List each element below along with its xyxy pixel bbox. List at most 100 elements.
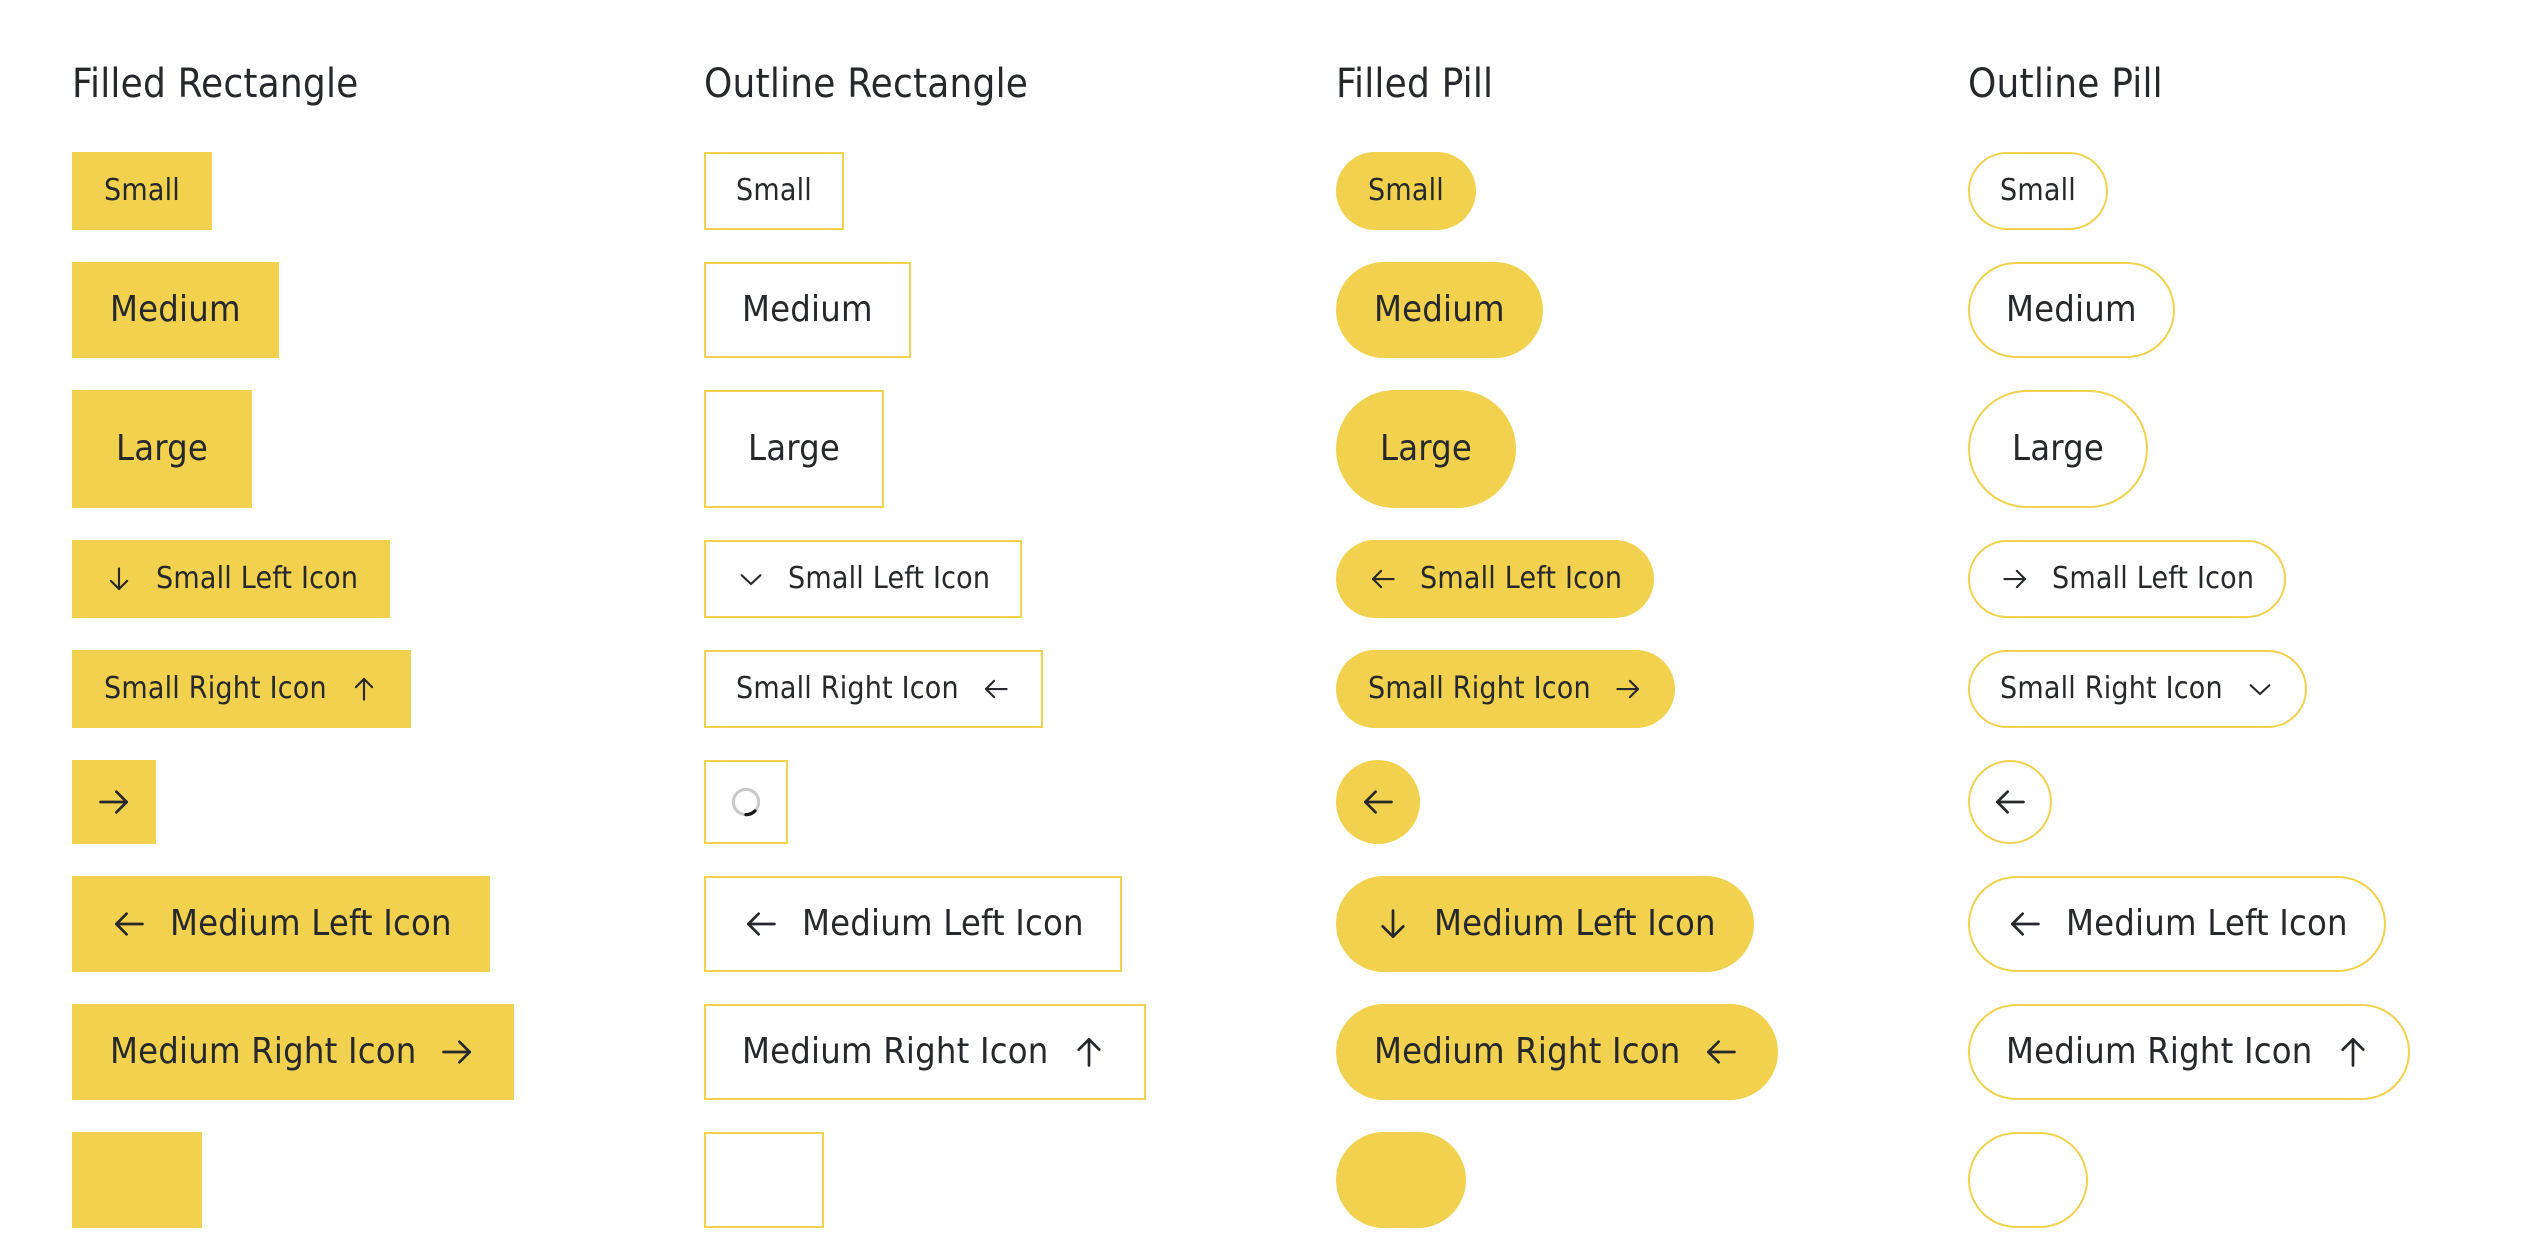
button-label: Medium Right Icon (2006, 1031, 2313, 1072)
button-label: Small Right Icon (736, 671, 959, 706)
button[interactable] (1336, 760, 1420, 844)
arrow-left-icon (110, 905, 148, 943)
button-row (72, 760, 156, 844)
arrow-left-icon (981, 674, 1011, 704)
button[interactable]: Small Left Icon (72, 540, 391, 618)
button-label: Small Left Icon (156, 561, 359, 596)
button-label: Small (104, 173, 180, 208)
column-heading: Filled Rectangle (72, 61, 359, 107)
button-label: Medium (2006, 289, 2137, 330)
button[interactable] (704, 1132, 824, 1228)
arrow-right-icon (1613, 674, 1643, 704)
column-heading: Outline Pill (1968, 61, 2163, 107)
arrow-up-icon (2334, 1033, 2372, 1071)
button[interactable]: Medium (72, 262, 279, 358)
button-column: Filled Pill Small Medium Large Small Left Ic… (1264, 60, 1896, 1228)
button[interactable]: Large (1968, 390, 2149, 508)
button[interactable]: Small Right Icon (1336, 650, 1675, 728)
button-row: Small (72, 152, 212, 230)
button-row (1336, 1132, 1466, 1228)
button-label: Medium Right Icon (1374, 1031, 1681, 1072)
arrow-left-icon (1991, 783, 2029, 821)
button-label: Small Right Icon (1368, 671, 1591, 706)
button[interactable]: Small Right Icon (704, 650, 1043, 728)
button[interactable] (72, 760, 156, 844)
button-row: Medium Right Icon (1336, 1004, 1779, 1100)
button-row: Medium Right Icon (72, 1004, 515, 1100)
button-label: Small Left Icon (2052, 561, 2255, 596)
button[interactable]: Medium (704, 262, 911, 358)
button-row: Small Right Icon (1336, 650, 1675, 728)
button-row (1968, 760, 2052, 844)
button-label: Small Left Icon (788, 561, 991, 596)
button-label: Medium Left Icon (2066, 903, 2348, 944)
button[interactable]: Small (72, 152, 212, 230)
button-label: Medium Left Icon (802, 903, 1084, 944)
button-row: Medium Left Icon (704, 876, 1122, 972)
arrow-right-icon (438, 1033, 476, 1071)
button[interactable]: Medium Left Icon (704, 876, 1122, 972)
button-row (1336, 760, 1420, 844)
button-row: Small (1968, 152, 2108, 230)
button-row: Medium Right Icon (704, 1004, 1147, 1100)
button-row: Large (1968, 390, 2149, 508)
button[interactable] (704, 760, 788, 844)
button-row: Small (1336, 152, 1476, 230)
button-row (1968, 1132, 2088, 1228)
button-row: Small Left Icon (1968, 540, 2287, 618)
button[interactable]: Medium Right Icon (1336, 1004, 1779, 1100)
button[interactable]: Large (72, 390, 253, 508)
button-label: Small (736, 173, 812, 208)
button[interactable]: Small (1968, 152, 2108, 230)
button[interactable] (1336, 1132, 1466, 1228)
button-columns-grid: Filled Rectangle Small Medium Large Small Le… (0, 60, 2528, 1228)
button-row: Small Right Icon (72, 650, 411, 728)
button-row: Medium Left Icon (1336, 876, 1754, 972)
button-row (72, 1132, 202, 1228)
button[interactable]: Small Right Icon (72, 650, 411, 728)
arrow-up-icon (349, 674, 379, 704)
arrow-left-icon (2006, 905, 2044, 943)
arrow-left-icon (1359, 783, 1397, 821)
button-row: Large (1336, 390, 1517, 508)
button[interactable]: Large (1336, 390, 1517, 508)
arrow-left-icon (1368, 564, 1398, 594)
button[interactable] (1968, 760, 2052, 844)
button[interactable]: Small Left Icon (704, 540, 1023, 618)
button-row: Small (704, 152, 844, 230)
button-label: Medium Left Icon (1434, 903, 1716, 944)
button[interactable]: Medium (1336, 262, 1543, 358)
button-row: Medium Right Icon (1968, 1004, 2411, 1100)
button-row: Small Right Icon (704, 650, 1043, 728)
button-row: Medium (1968, 262, 2175, 358)
button-label: Medium Right Icon (110, 1031, 417, 1072)
button[interactable]: Medium Right Icon (704, 1004, 1147, 1100)
button-row: Medium (72, 262, 279, 358)
button[interactable]: Small (704, 152, 844, 230)
button[interactable]: Small Left Icon (1968, 540, 2287, 618)
column-heading: Outline Rectangle (704, 61, 1029, 107)
button[interactable]: Large (704, 390, 885, 508)
button[interactable]: Small Right Icon (1968, 650, 2307, 728)
button[interactable]: Medium Left Icon (1336, 876, 1754, 972)
button-label: Medium Right Icon (742, 1031, 1049, 1072)
chevron-down-icon (736, 564, 766, 594)
button-column: Filled Rectangle Small Medium Large Small Le… (0, 60, 632, 1228)
button-row (704, 760, 788, 844)
arrow-up-icon (1070, 1033, 1108, 1071)
spinner-icon (727, 783, 765, 821)
button[interactable]: Small Left Icon (1336, 540, 1655, 618)
button[interactable]: Medium Left Icon (72, 876, 490, 972)
arrow-left-icon (742, 905, 780, 943)
button-label: Small Right Icon (104, 671, 327, 706)
button[interactable]: Small (1336, 152, 1476, 230)
button[interactable]: Medium Right Icon (1968, 1004, 2411, 1100)
button[interactable] (72, 1132, 202, 1228)
button[interactable] (1968, 1132, 2088, 1228)
button[interactable]: Medium Right Icon (72, 1004, 515, 1100)
button[interactable]: Medium Left Icon (1968, 876, 2386, 972)
button[interactable]: Medium (1968, 262, 2175, 358)
chevron-down-icon (2245, 674, 2275, 704)
button-row: Medium Left Icon (1968, 876, 2386, 972)
button-column: Outline Pill Small Medium Large Small Left I… (1896, 60, 2528, 1228)
